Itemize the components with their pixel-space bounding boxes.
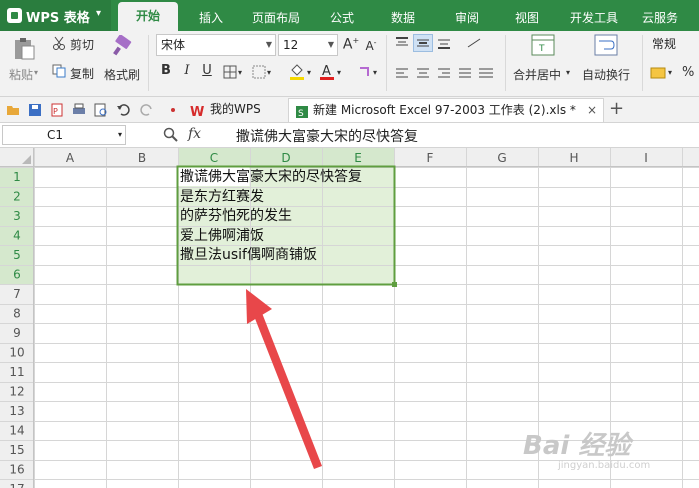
arrow-shaft (254, 313, 322, 469)
annotation-arrow-icon (246, 289, 322, 469)
